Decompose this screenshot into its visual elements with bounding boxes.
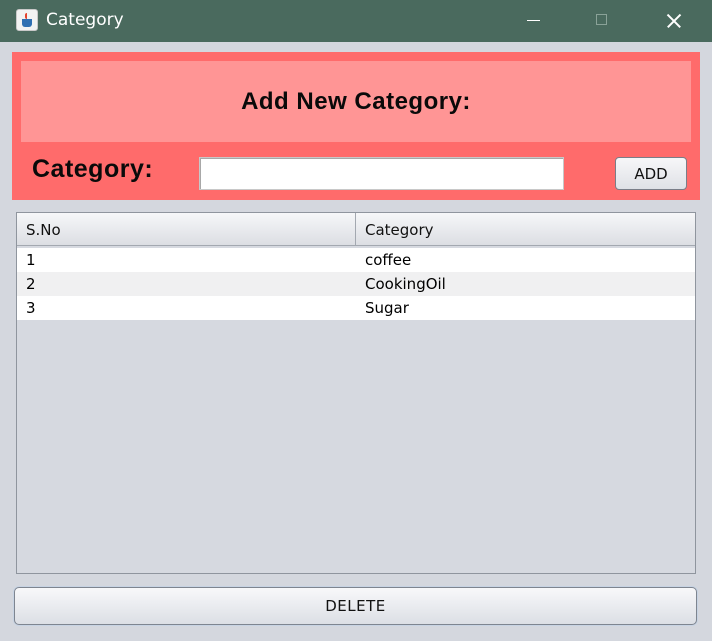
delete-button[interactable]: DELETE [14, 587, 697, 625]
column-header-category[interactable]: Category [356, 213, 695, 245]
add-category-panel: Add New Category: Category: ADD [12, 52, 700, 200]
cell-sno: 3 [26, 299, 36, 317]
cell-category: Sugar [365, 299, 409, 317]
cell-sno: 2 [26, 275, 36, 293]
title-bar[interactable]: Category [0, 0, 712, 42]
category-input[interactable] [199, 157, 564, 190]
minimize-button[interactable] [510, 0, 556, 42]
category-table[interactable]: S.No Category 1 coffee 2 CookingOil 3 Su… [16, 212, 696, 574]
close-button[interactable] [650, 0, 696, 42]
column-header-sno[interactable]: S.No [17, 213, 356, 245]
cell-category: coffee [365, 251, 412, 269]
cell-sno: 1 [26, 251, 36, 269]
table-row[interactable]: 2 CookingOil [17, 272, 695, 296]
table-body: 1 coffee 2 CookingOil 3 Sugar [17, 248, 695, 320]
window-title: Category [46, 10, 124, 30]
table-row[interactable]: 1 coffee [17, 248, 695, 272]
cell-category: CookingOil [365, 275, 446, 293]
panel-heading: Add New Category: [241, 88, 471, 115]
category-label: Category: [32, 155, 154, 183]
table-header: S.No Category [17, 213, 695, 246]
header-box: Add New Category: [21, 61, 691, 142]
add-button[interactable]: ADD [615, 157, 687, 190]
table-row[interactable]: 3 Sugar [17, 296, 695, 320]
maximize-button[interactable] [579, 0, 625, 42]
java-cup-icon [16, 9, 38, 31]
